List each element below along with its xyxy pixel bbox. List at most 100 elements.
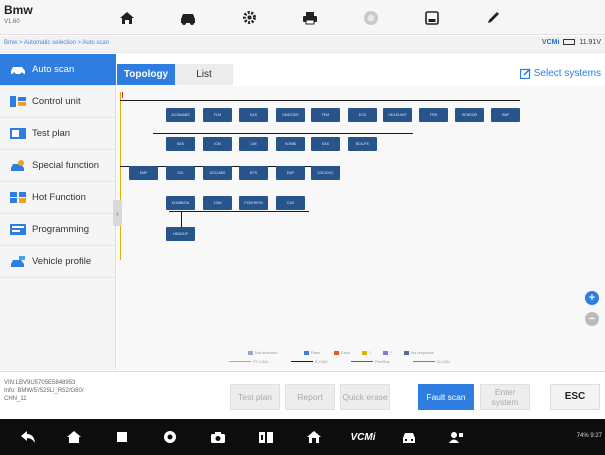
ecu-node[interactable]: FLM xyxy=(203,108,232,122)
sidebar-item-programming[interactable]: Programming xyxy=(0,214,116,246)
settings-button[interactable] xyxy=(220,3,278,32)
topology-canvas[interactable]: ACSM/ABS FLM KAS DME/DDE FEM EGS HEADUNI… xyxy=(117,86,605,370)
sidebar-item-special-function[interactable]: Special function xyxy=(0,150,116,182)
programming-icon xyxy=(10,224,26,235)
legend-item: PT-CAN xyxy=(229,359,268,364)
ecu-node[interactable]: EMF xyxy=(129,166,158,180)
sidebar-item-label: Hot Function xyxy=(32,192,86,203)
legend-item: FlexRay xyxy=(351,359,390,364)
recents-icon xyxy=(117,432,127,442)
zoom-in-button[interactable]: + xyxy=(585,291,599,305)
ecu-node[interactable]: KOMBI xyxy=(276,137,305,151)
legend-item: K-CAN xyxy=(291,359,327,364)
home-icon xyxy=(120,11,134,24)
ecu-node[interactable]: DSC/DXC xyxy=(311,166,340,180)
diag-home-icon xyxy=(307,431,321,443)
tab-topology[interactable]: Topology xyxy=(117,64,175,85)
print-button[interactable] xyxy=(281,3,339,32)
recents-button[interactable] xyxy=(113,428,131,446)
sidebar-item-vehicle-profile[interactable]: Vehicle profile xyxy=(0,246,116,278)
ecu-node[interactable]: SENSOR xyxy=(455,108,484,122)
zoom-out-icon: − xyxy=(588,312,596,325)
screen-record-icon xyxy=(259,431,273,443)
diag-home-button[interactable] xyxy=(305,428,323,446)
profile-button[interactable] xyxy=(447,428,465,446)
ecu-node[interactable]: FEM xyxy=(311,108,340,122)
sidebar-item-auto-scan[interactable]: Auto scan xyxy=(0,54,116,86)
test-plan-button[interactable]: Test plan xyxy=(230,384,280,410)
vehicle-button[interactable] xyxy=(159,3,217,32)
legend-item: Fault xyxy=(334,350,350,355)
vcmi-button[interactable]: VCMi xyxy=(348,428,378,446)
car-button[interactable] xyxy=(400,428,418,446)
ecu-node[interactable]: SAS xyxy=(166,137,195,151)
vehicle-icon xyxy=(181,13,195,25)
ecu-node[interactable]: KOMBI/DA xyxy=(166,196,195,210)
ecu-node[interactable]: FZD/HKFM xyxy=(239,196,268,210)
back-button[interactable] xyxy=(19,428,37,446)
ecu-node[interactable]: ICM xyxy=(203,137,232,151)
fault-scan-button[interactable]: Fault scan xyxy=(418,384,474,410)
zoom-out-button[interactable]: − xyxy=(585,312,599,326)
enter-system-button[interactable]: Enter system xyxy=(480,384,530,410)
ecu-node[interactable]: HEADUP xyxy=(166,227,195,241)
ecu-node[interactable]: BDC/FE xyxy=(348,137,377,151)
vci-status: VCMi 11.91V xyxy=(542,39,601,46)
select-systems-label: Select systems xyxy=(533,68,601,79)
ecu-node[interactable]: EAS xyxy=(311,137,340,151)
browser-button[interactable] xyxy=(161,428,179,446)
ecu-node[interactable]: KAS xyxy=(239,108,268,122)
help-button[interactable] xyxy=(342,3,400,32)
home-button[interactable] xyxy=(98,3,156,32)
ecu-node[interactable]: SMF xyxy=(491,108,520,122)
bus-line-red xyxy=(122,92,123,98)
camera-button[interactable] xyxy=(209,428,227,446)
vehicle-info-region: CHN_11 xyxy=(4,396,27,402)
sidebar-item-control-unit[interactable]: Control unit xyxy=(0,86,116,118)
battery-icon xyxy=(563,39,576,46)
ecu-node[interactable]: DSC/ABS xyxy=(203,166,232,180)
home-nav-button[interactable] xyxy=(65,428,83,446)
ecu-node[interactable]: ZGM xyxy=(203,196,232,210)
system-nav-bar: VCMi 74% 9:27 xyxy=(0,419,605,455)
report-button[interactable]: Report xyxy=(285,384,335,410)
sidebar: Auto scan Control unit Test plan Special… xyxy=(0,54,116,370)
ecu-node[interactable]: EMF xyxy=(276,166,305,180)
ecu-node[interactable]: EGS xyxy=(348,108,377,122)
back-icon xyxy=(21,431,35,443)
ecu-node[interactable]: CAS xyxy=(276,196,305,210)
view-tabs: Topology List Select systems xyxy=(117,64,605,85)
screen-record-button[interactable] xyxy=(257,428,275,446)
tab-list[interactable]: List xyxy=(175,64,233,85)
ecu-node[interactable]: SZL xyxy=(166,166,195,180)
home-nav-icon xyxy=(67,431,81,443)
legend-line xyxy=(229,361,251,362)
legend-item: Pass xyxy=(304,350,320,355)
sidebar-item-test-plan[interactable]: Test plan xyxy=(0,118,116,150)
legend-line xyxy=(291,361,313,362)
ecu-node[interactable]: LIM xyxy=(239,137,268,151)
ecu-node[interactable]: DME/DDE xyxy=(276,108,305,122)
legend-swatch xyxy=(383,350,388,355)
breadcrumb: Bmw > Automatic selection > Auto scan VC… xyxy=(0,36,605,53)
save-button[interactable] xyxy=(403,3,461,32)
sidebar-collapse-handle[interactable]: ‹ xyxy=(113,200,122,226)
sidebar-item-label: Test plan xyxy=(32,128,71,139)
quick-erase-button[interactable]: Quick erase xyxy=(340,384,390,410)
ecu-node[interactable]: ACSM/ABS xyxy=(166,108,195,122)
control-unit-icon xyxy=(10,96,26,107)
esc-button[interactable]: ESC xyxy=(550,384,600,410)
ecu-node[interactable]: FRR xyxy=(419,108,448,122)
ecu-node[interactable]: EPS xyxy=(239,166,268,180)
profile-icon xyxy=(449,431,463,443)
camera-icon xyxy=(211,431,225,443)
sidebar-item-hot-function[interactable]: Hot Function xyxy=(0,182,116,214)
car-icon xyxy=(403,432,415,443)
select-systems-button[interactable]: Select systems xyxy=(519,68,601,79)
ecu-node[interactable]: HEADUNIT xyxy=(383,108,412,122)
bus-line-row4 xyxy=(169,211,309,212)
breadcrumb-path[interactable]: Bmw > Automatic selection > Auto scan xyxy=(4,40,109,46)
edit-button[interactable] xyxy=(464,3,522,32)
auto-scan-icon xyxy=(10,64,26,75)
vci-label: VCMi xyxy=(541,39,560,46)
